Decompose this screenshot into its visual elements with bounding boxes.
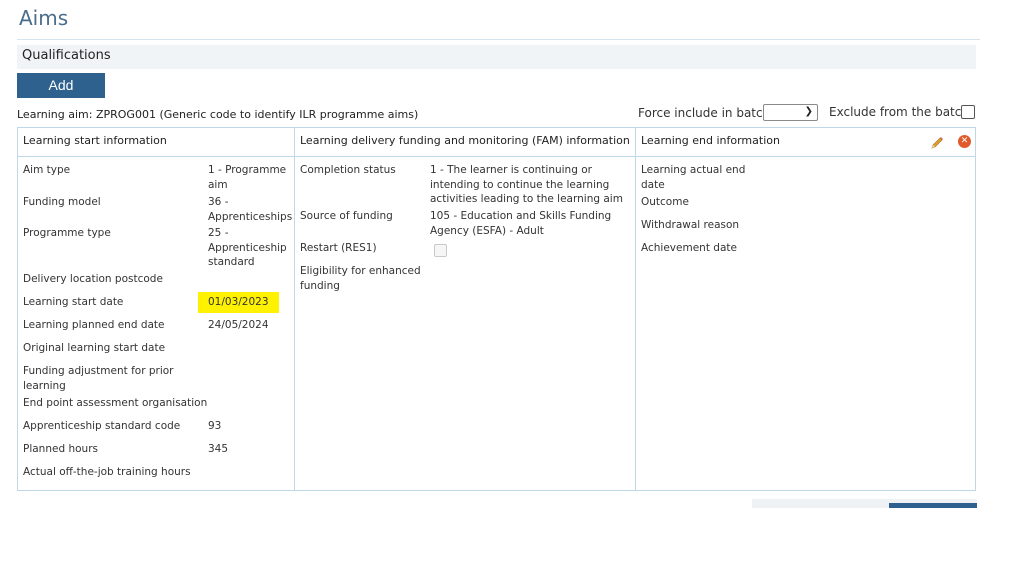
learning-end-header: Learning end information	[641, 134, 780, 147]
title-divider	[17, 39, 980, 40]
standard-code-value: 93	[208, 420, 222, 432]
learning-start-header: Learning start information	[23, 134, 167, 147]
close-circle-icon[interactable]: ✕	[958, 135, 971, 148]
exclude-batch-label: Exclude from the batch	[829, 105, 969, 119]
enhanced-funding-label: Eligibility for enhanced funding	[300, 265, 421, 292]
add-button[interactable]: Add	[17, 73, 105, 98]
source-of-funding-value: 105 - Education and Skills Funding Agenc…	[430, 210, 612, 237]
fam-header: Learning delivery funding and monitoring…	[300, 134, 630, 147]
epa-organisation-label: End point assessment organisation	[23, 397, 208, 409]
outcome-label: Outcome	[641, 196, 689, 208]
funding-model-value: 36 - Apprenticeships	[208, 196, 293, 223]
exclude-batch-checkbox[interactable]	[961, 105, 975, 119]
aim-type-label: Aim type	[23, 164, 71, 176]
aim-type-value: 1 - Programme aim	[208, 164, 287, 191]
start-date-value: 01/03/2023	[198, 292, 279, 313]
planned-hours-value: 345	[208, 443, 229, 455]
column-divider	[294, 128, 295, 490]
chevron-down-icon: ❯	[804, 106, 813, 117]
force-include-label: Force include in batch	[638, 106, 771, 120]
restart-checkbox[interactable]	[434, 244, 447, 257]
planned-hours-label: Planned hours	[23, 443, 98, 455]
force-include-select[interactable]: ❯	[763, 104, 818, 121]
start-date-label: Learning start date	[23, 296, 124, 308]
programme-type-label: Programme type	[23, 227, 111, 239]
funding-model-label: Funding model	[23, 196, 101, 208]
edit-pencil-icon[interactable]	[930, 135, 944, 149]
completion-status-label: Completion status	[300, 164, 396, 176]
standard-code-label: Apprenticeship standard code	[23, 420, 181, 432]
aim-details-table: Learning start information Learning deli…	[17, 127, 976, 491]
programme-type-value: 25 - Apprenticeship standard	[208, 227, 287, 268]
actual-end-date-label: Learning actual end date	[641, 164, 746, 191]
planned-end-date-label: Learning planned end date	[23, 319, 165, 331]
funding-adjustment-label: Funding adjustment for prior learning	[23, 365, 174, 392]
withdrawal-reason-label: Withdrawal reason	[641, 219, 740, 231]
learning-aim-label: Learning aim: ZPROG001 (Generic code to …	[17, 108, 419, 121]
original-start-date-label: Original learning start date	[23, 342, 166, 354]
qualifications-title: Qualifications	[22, 48, 111, 63]
restart-label: Restart (RES1)	[300, 242, 377, 254]
delivery-postcode-label: Delivery location postcode	[23, 273, 163, 285]
otj-hours-label: Actual off-the-job training hours	[23, 466, 191, 478]
bottom-button[interactable]	[889, 503, 977, 508]
planned-end-date-value: 24/05/2024	[208, 319, 269, 331]
qualifications-header: Qualifications	[17, 45, 976, 69]
column-divider	[635, 128, 636, 490]
completion-status-value: 1 - The learner is continuing or intendi…	[430, 164, 623, 205]
achievement-date-label: Achievement date	[641, 242, 737, 254]
page-title: Aims	[19, 6, 69, 30]
source-of-funding-label: Source of funding	[300, 210, 393, 222]
